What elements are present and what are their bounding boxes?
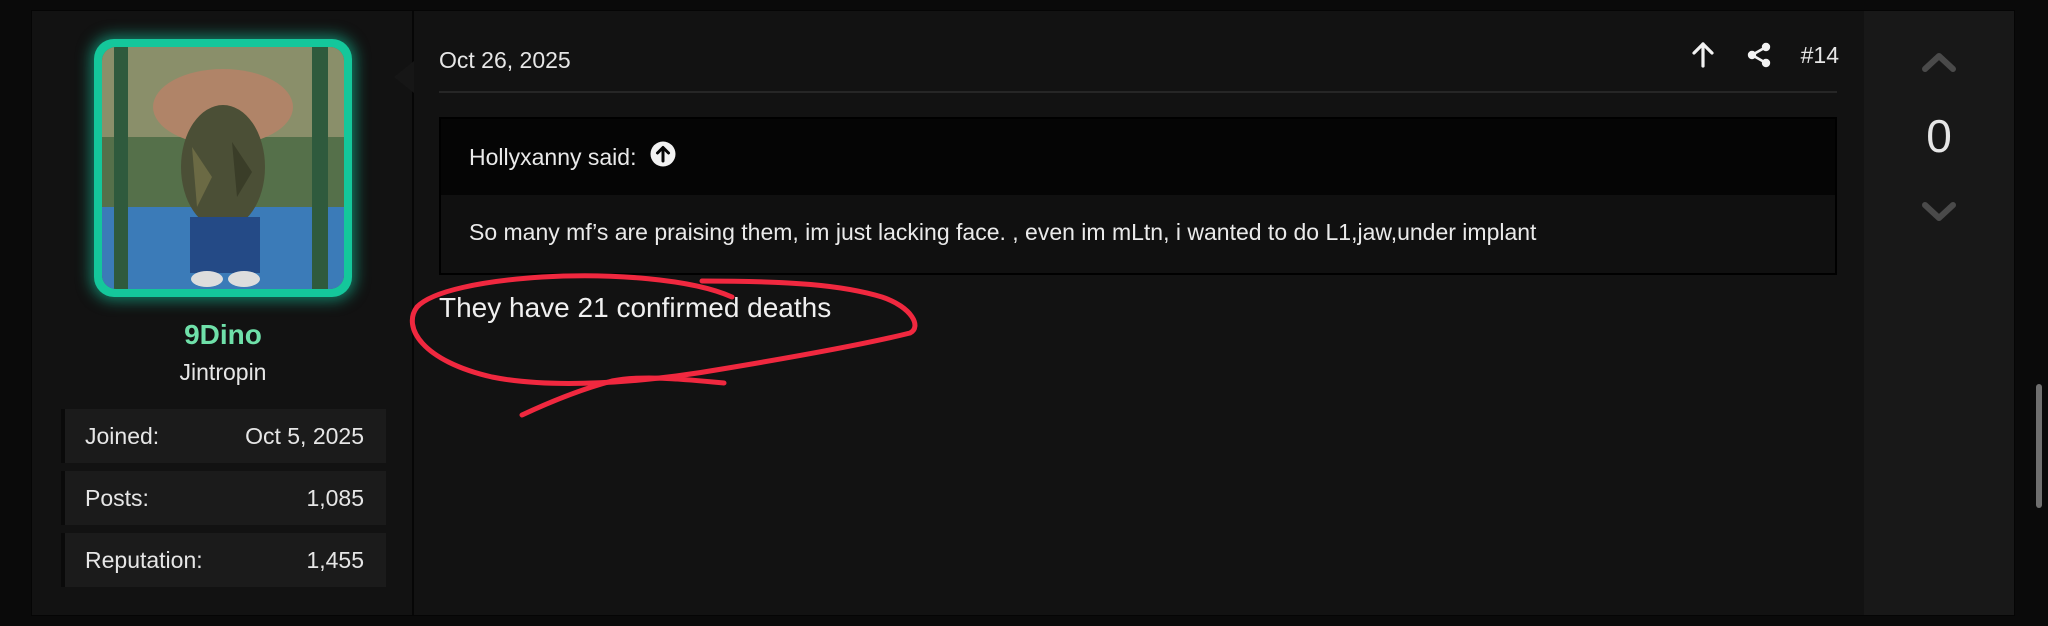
quote-text: So many mf’s are praising them, im just … — [469, 219, 1537, 245]
post-date[interactable]: Oct 26, 2025 — [439, 47, 571, 74]
red-circle-annotation — [409, 273, 918, 418]
post-container: 9Dino Jintropin Joined: Oct 5, 2025 Post… — [31, 10, 2015, 616]
avatar-frame[interactable] — [94, 39, 352, 297]
header-divider — [439, 91, 1837, 93]
stat-posts: Posts: 1,085 — [61, 471, 386, 525]
chevron-down-icon[interactable] — [1919, 197, 1959, 227]
share-icon[interactable] — [1745, 41, 1773, 69]
stat-reputation: Reputation: 1,455 — [61, 533, 386, 587]
quote-block: Hollyxanny said: So many mf’s are praisi… — [439, 117, 1837, 275]
post-actions: #14 — [1689, 41, 1839, 69]
username[interactable]: 9Dino — [32, 319, 414, 351]
user-title: Jintropin — [179, 359, 267, 385]
vote-count: 0 — [1926, 110, 1952, 162]
avatar[interactable] — [102, 47, 344, 289]
stat-value: Oct 5, 2025 — [245, 422, 364, 449]
scrollbar-thumb[interactable] — [2036, 384, 2042, 508]
quote-header[interactable]: Hollyxanny said: — [441, 119, 1835, 195]
message-arrow — [394, 61, 414, 93]
post-number-link[interactable]: #14 — [1801, 42, 1839, 69]
chevron-up-icon[interactable] — [1919, 47, 1959, 77]
circle-arrow-up-icon[interactable] — [650, 141, 676, 173]
stat-value: 1,085 — [306, 484, 364, 511]
stat-value: 1,455 — [306, 546, 364, 573]
quote-author[interactable]: Hollyxanny said: — [469, 144, 636, 171]
stat-label: Joined: — [85, 422, 160, 449]
user-sidebar: 9Dino Jintropin Joined: Oct 5, 2025 Post… — [32, 11, 414, 615]
stat-label: Posts: — [85, 484, 149, 511]
arrow-up-icon[interactable] — [1689, 41, 1717, 69]
stat-label: Reputation: — [85, 546, 203, 573]
stat-joined: Joined: Oct 5, 2025 — [61, 409, 386, 463]
vote-panel: 0 — [1864, 11, 2014, 615]
post-body-text: They have 21 confirmed deaths — [439, 292, 832, 323]
avatar-image — [102, 47, 344, 289]
